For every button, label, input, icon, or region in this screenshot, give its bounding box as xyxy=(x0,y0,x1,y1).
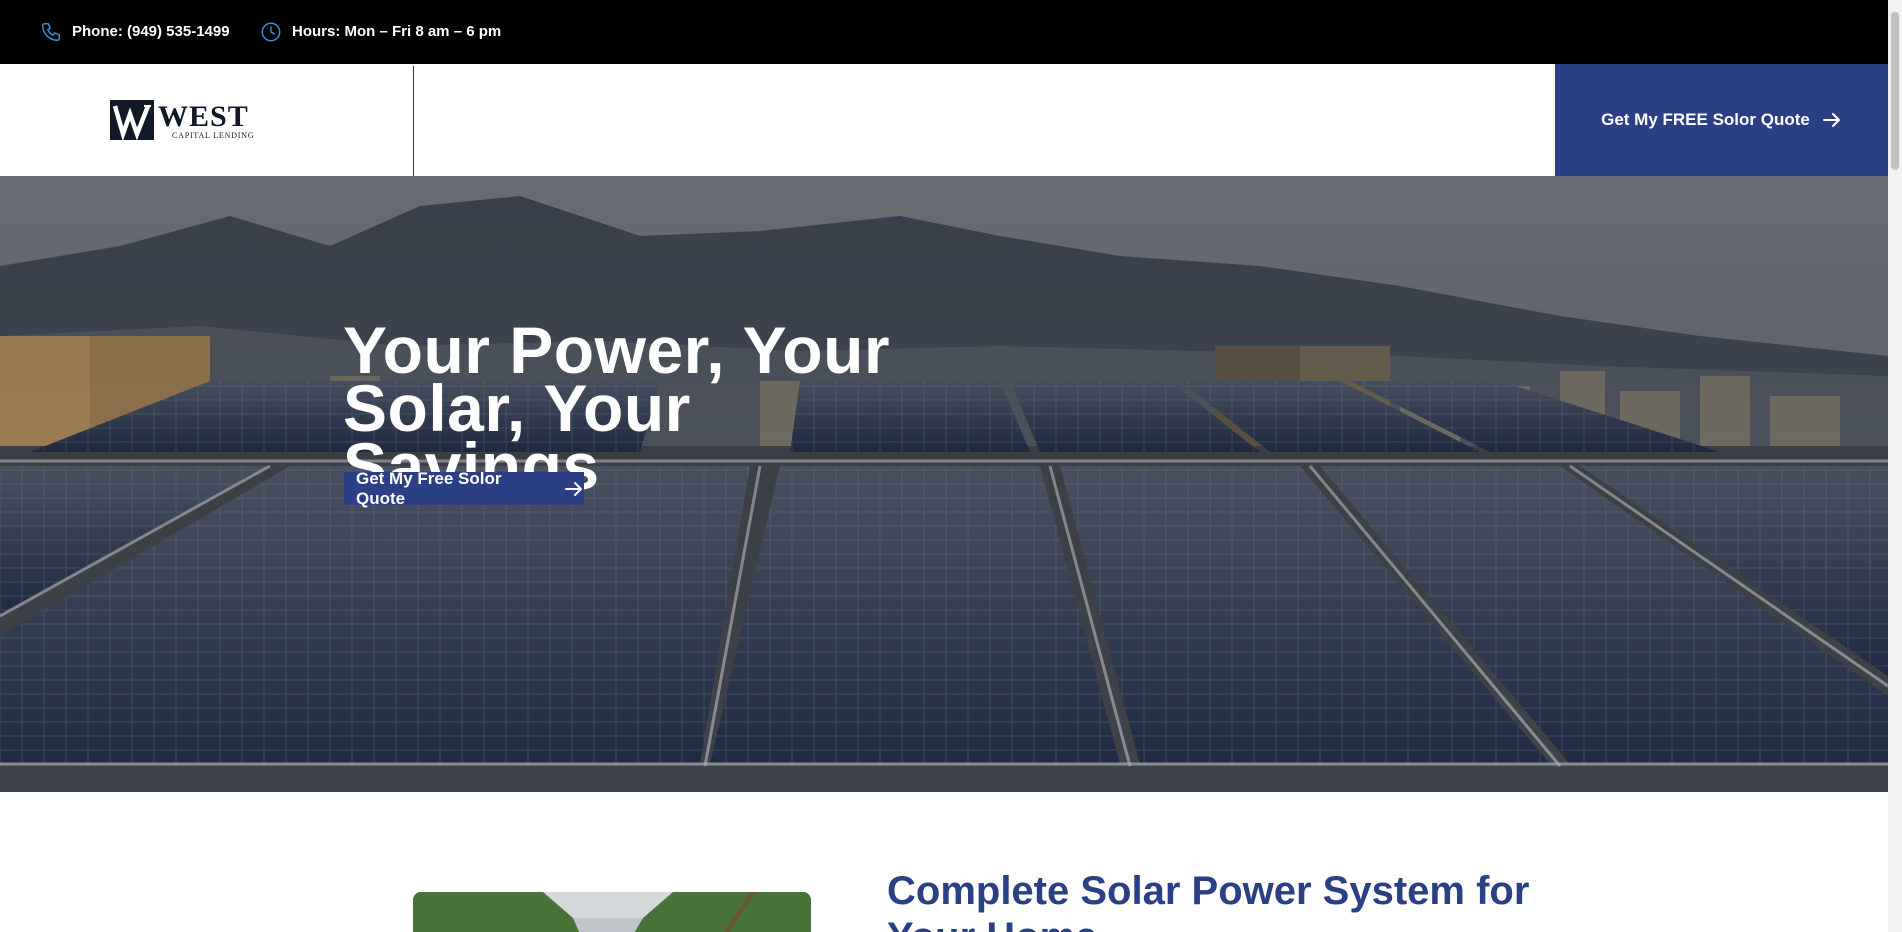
header-divider xyxy=(413,66,414,176)
clock-icon xyxy=(260,21,282,43)
hero-quote-button[interactable]: Get My Free Solor Quote xyxy=(344,469,584,508)
phone-contact[interactable]: Phone: (949) 535-1499 xyxy=(40,21,230,43)
business-hours: Hours: Mon – Fri 8 am – 6 pm xyxy=(260,21,501,43)
phone-icon xyxy=(40,21,62,43)
svg-text:CAPITAL LENDING: CAPITAL LENDING xyxy=(172,131,254,140)
header-quote-button[interactable]: Get My FREE Solor Quote xyxy=(1555,64,1888,176)
scrollbar-thumb[interactable] xyxy=(1891,12,1899,170)
top-bar: Phone: (949) 535-1499 Hours: Mon – Fri 8… xyxy=(0,0,1888,64)
arrow-right-icon xyxy=(1822,112,1842,128)
hours-text: Hours: Mon – Fri 8 am – 6 pm xyxy=(292,23,502,40)
hero-section: Your Power, Your Solar, Your Savings Get… xyxy=(0,176,1888,792)
svg-text:WEST: WEST xyxy=(158,100,249,133)
arrow-right-icon xyxy=(564,481,584,497)
section-heading: Complete Solar Power System for Your Hom… xyxy=(887,869,1530,932)
page-scrollbar[interactable] xyxy=(1888,0,1902,932)
solar-house-image xyxy=(413,892,811,932)
header-quote-label: Get My FREE Solor Quote xyxy=(1601,110,1810,129)
hero-quote-label: Get My Free Solor Quote xyxy=(356,468,502,508)
site-header: WEST CAPITAL LENDING Get My FREE Solor Q… xyxy=(0,64,1888,176)
company-logo[interactable]: WEST CAPITAL LENDING xyxy=(110,100,275,142)
phone-text: Phone: (949) 535-1499 xyxy=(72,23,230,40)
